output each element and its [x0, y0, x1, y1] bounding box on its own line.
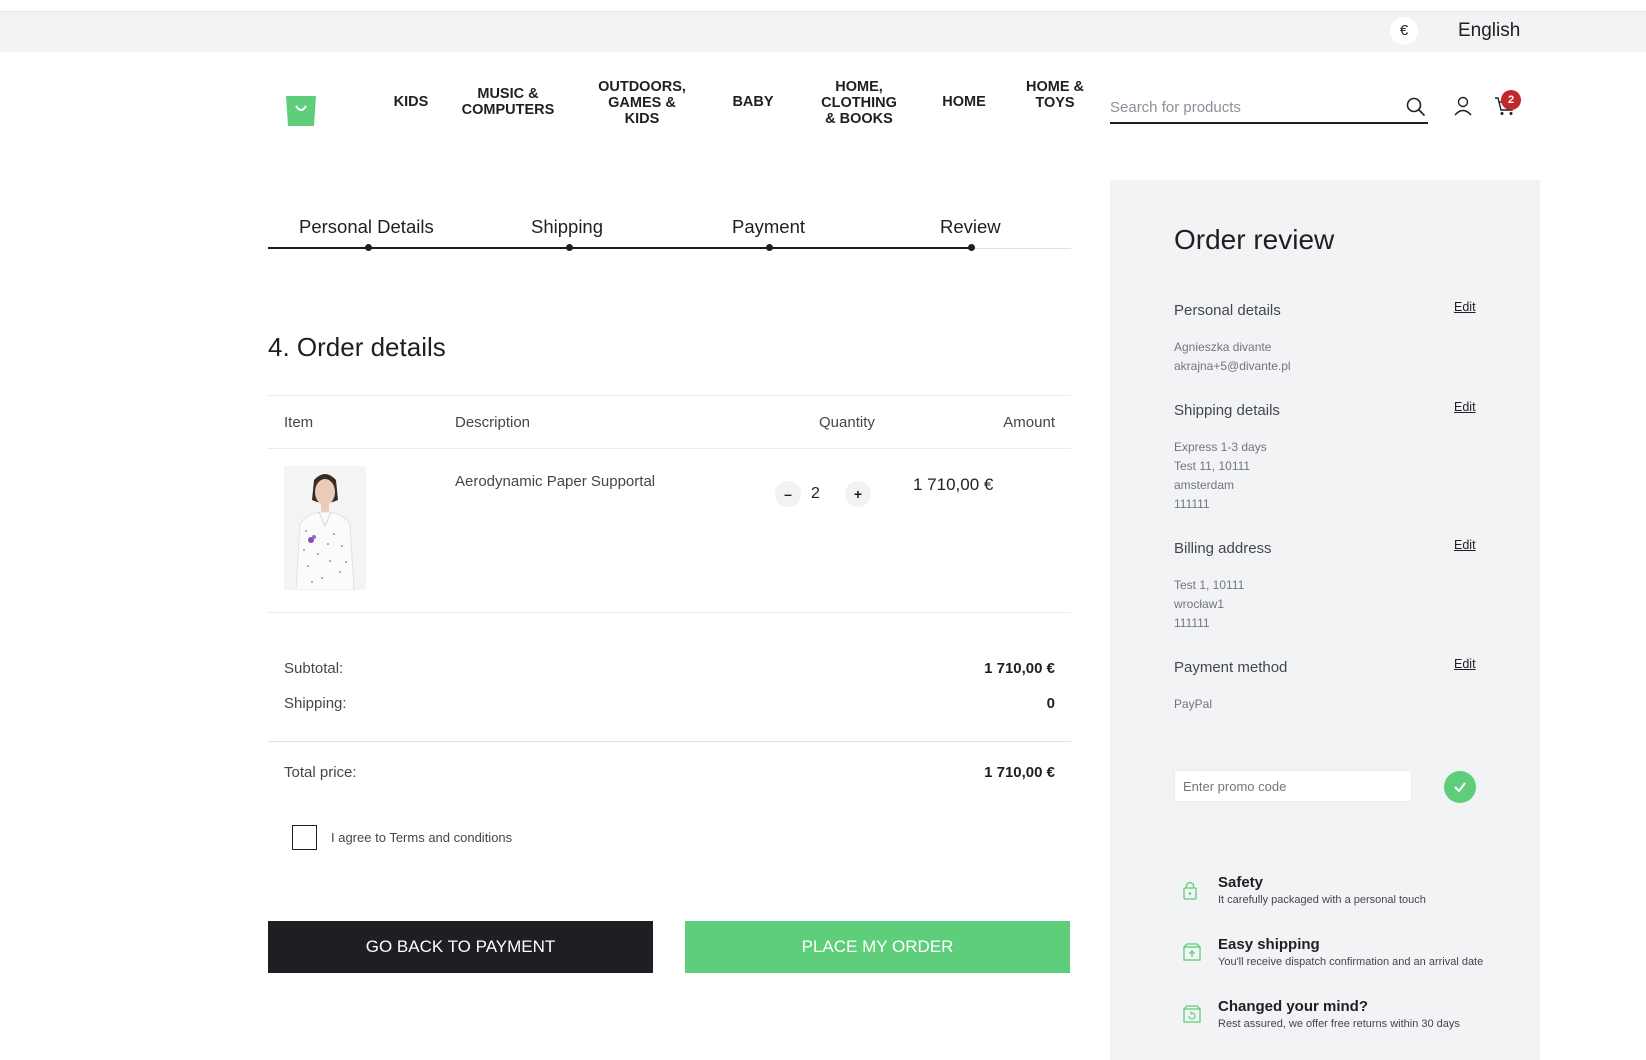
column-description: Description	[455, 414, 531, 431]
header: KIDS MUSIC & COMPUTERS OUTDOORS, GAMES &…	[0, 52, 1646, 162]
feature-changed-mind-title: Changed your mind?	[1218, 998, 1368, 1015]
payment-method-title: Payment method	[1174, 659, 1288, 676]
shipping-label: Shipping:	[284, 695, 347, 712]
personal-email: akrajna+5@divante.pl	[1174, 359, 1291, 373]
feature-easy-shipping-desc: You'll receive dispatch confirmation and…	[1218, 956, 1484, 968]
order-review-title: Order review	[1174, 224, 1335, 255]
currency-switcher[interactable]: €	[1390, 17, 1418, 45]
terms-link[interactable]: Terms and conditions	[389, 830, 512, 845]
step-personal-details[interactable]: Personal Details	[299, 216, 434, 238]
step-review[interactable]: Review	[940, 216, 1001, 238]
edit-personal-details-link[interactable]: Edit	[1454, 300, 1476, 314]
go-back-to-payment-button[interactable]: GO BACK TO PAYMENT	[268, 921, 653, 973]
step-dot	[968, 244, 975, 251]
terms-text: I agree to Terms and conditions	[331, 830, 512, 845]
logo[interactable]	[284, 92, 318, 126]
language-switcher[interactable]: English	[1458, 20, 1520, 42]
nav-item-baby[interactable]: BABY	[720, 94, 786, 110]
apply-promo-button[interactable]	[1444, 771, 1476, 803]
search-bar	[1110, 92, 1428, 124]
step-shipping[interactable]: Shipping	[531, 216, 603, 238]
shipping-city: amsterdam	[1174, 478, 1235, 492]
steps-rest-line	[971, 248, 1071, 249]
steps-progress-line	[268, 247, 971, 249]
nav-item-home-clothing-books[interactable]: HOME, CLOTHING & BOOKS	[814, 79, 904, 127]
shipping-details-title: Shipping details	[1174, 402, 1280, 419]
order-table: Item Description Quantity Amount Aerodyn…	[268, 395, 1071, 613]
order-review-sidebar: Order review Personal details Edit Agnie…	[1110, 180, 1540, 1060]
step-dot	[766, 244, 773, 251]
billing-address-title: Billing address	[1174, 540, 1272, 557]
row-amount: 1 710,00 €	[913, 475, 994, 494]
box-icon	[1182, 942, 1202, 967]
table-row: Aerodynamic Paper Supportal – 2 + 1 710,…	[268, 449, 1071, 613]
return-box-icon	[1182, 1004, 1202, 1029]
shipping-phone: 111111	[1174, 497, 1210, 511]
place-order-button[interactable]: PLACE MY ORDER	[685, 921, 1070, 973]
billing-phone: 111111	[1174, 616, 1210, 630]
edit-payment-method-link[interactable]: Edit	[1454, 657, 1476, 671]
feature-safety-title: Safety	[1218, 874, 1264, 891]
summary-divider	[268, 741, 1071, 742]
feature-safety-desc: It carefully packaged with a personal to…	[1218, 894, 1426, 906]
payment-method-value: PayPal	[1174, 697, 1213, 711]
billing-street: Test 1, 10111	[1174, 578, 1245, 592]
total-value: 1 710,00 €	[984, 764, 1055, 781]
checkout-steps: Personal Details Shipping Payment Review	[268, 212, 1071, 252]
top-bar: € English	[0, 12, 1646, 52]
search-input[interactable]	[1110, 92, 1390, 122]
quantity-decrease-button[interactable]: –	[775, 481, 801, 507]
lock-icon	[1182, 880, 1198, 905]
column-item: Item	[284, 414, 314, 431]
shipping-value: 0	[1046, 695, 1055, 712]
step-dot	[566, 244, 573, 251]
subtotal-value: 1 710,00 €	[984, 660, 1055, 677]
top-strip	[0, 0, 1646, 12]
terms-prefix: I agree to	[331, 830, 390, 845]
column-quantity: Quantity	[819, 414, 875, 431]
search-icon[interactable]	[1406, 97, 1426, 122]
nav-item-outdoors-games-kids[interactable]: OUTDOORS, GAMES & KIDS	[598, 79, 686, 127]
feature-changed-mind-desc: Rest assured, we offer free returns with…	[1218, 1018, 1460, 1030]
column-amount: Amount	[1003, 414, 1055, 431]
quantity-increase-button[interactable]: +	[845, 481, 871, 507]
product-description[interactable]: Aerodynamic Paper Supportal	[455, 473, 655, 490]
product-image[interactable]	[284, 466, 366, 590]
personal-name: Agnieszka divante	[1174, 340, 1272, 354]
order-details-title: 4. Order details	[268, 332, 446, 362]
billing-city: wrocław1	[1174, 597, 1225, 611]
user-icon[interactable]	[1454, 96, 1472, 121]
step-payment[interactable]: Payment	[732, 216, 805, 238]
edit-billing-address-link[interactable]: Edit	[1454, 538, 1476, 552]
promo-code-input[interactable]	[1174, 770, 1412, 802]
shipping-street: Test 11, 10111	[1174, 459, 1251, 473]
cart-count-badge: 2	[1501, 90, 1521, 110]
nav-item-music-computers[interactable]: MUSIC & COMPUTERS	[458, 86, 558, 118]
nav-item-home-toys[interactable]: HOME & TOYS	[1024, 79, 1086, 111]
step-dot	[365, 244, 372, 251]
table-header: Item Description Quantity Amount	[268, 395, 1071, 449]
edit-shipping-details-link[interactable]: Edit	[1454, 400, 1476, 414]
terms-checkbox[interactable]	[292, 825, 317, 850]
nav-item-kids[interactable]: KIDS	[375, 94, 447, 110]
total-label: Total price:	[284, 764, 357, 781]
quantity-value: 2	[811, 485, 820, 502]
subtotal-label: Subtotal:	[284, 660, 344, 677]
feature-easy-shipping-title: Easy shipping	[1218, 936, 1320, 953]
shipping-method: Express 1-3 days	[1174, 440, 1267, 454]
personal-details-title: Personal details	[1174, 302, 1281, 319]
nav-item-home[interactable]: HOME	[930, 94, 998, 110]
